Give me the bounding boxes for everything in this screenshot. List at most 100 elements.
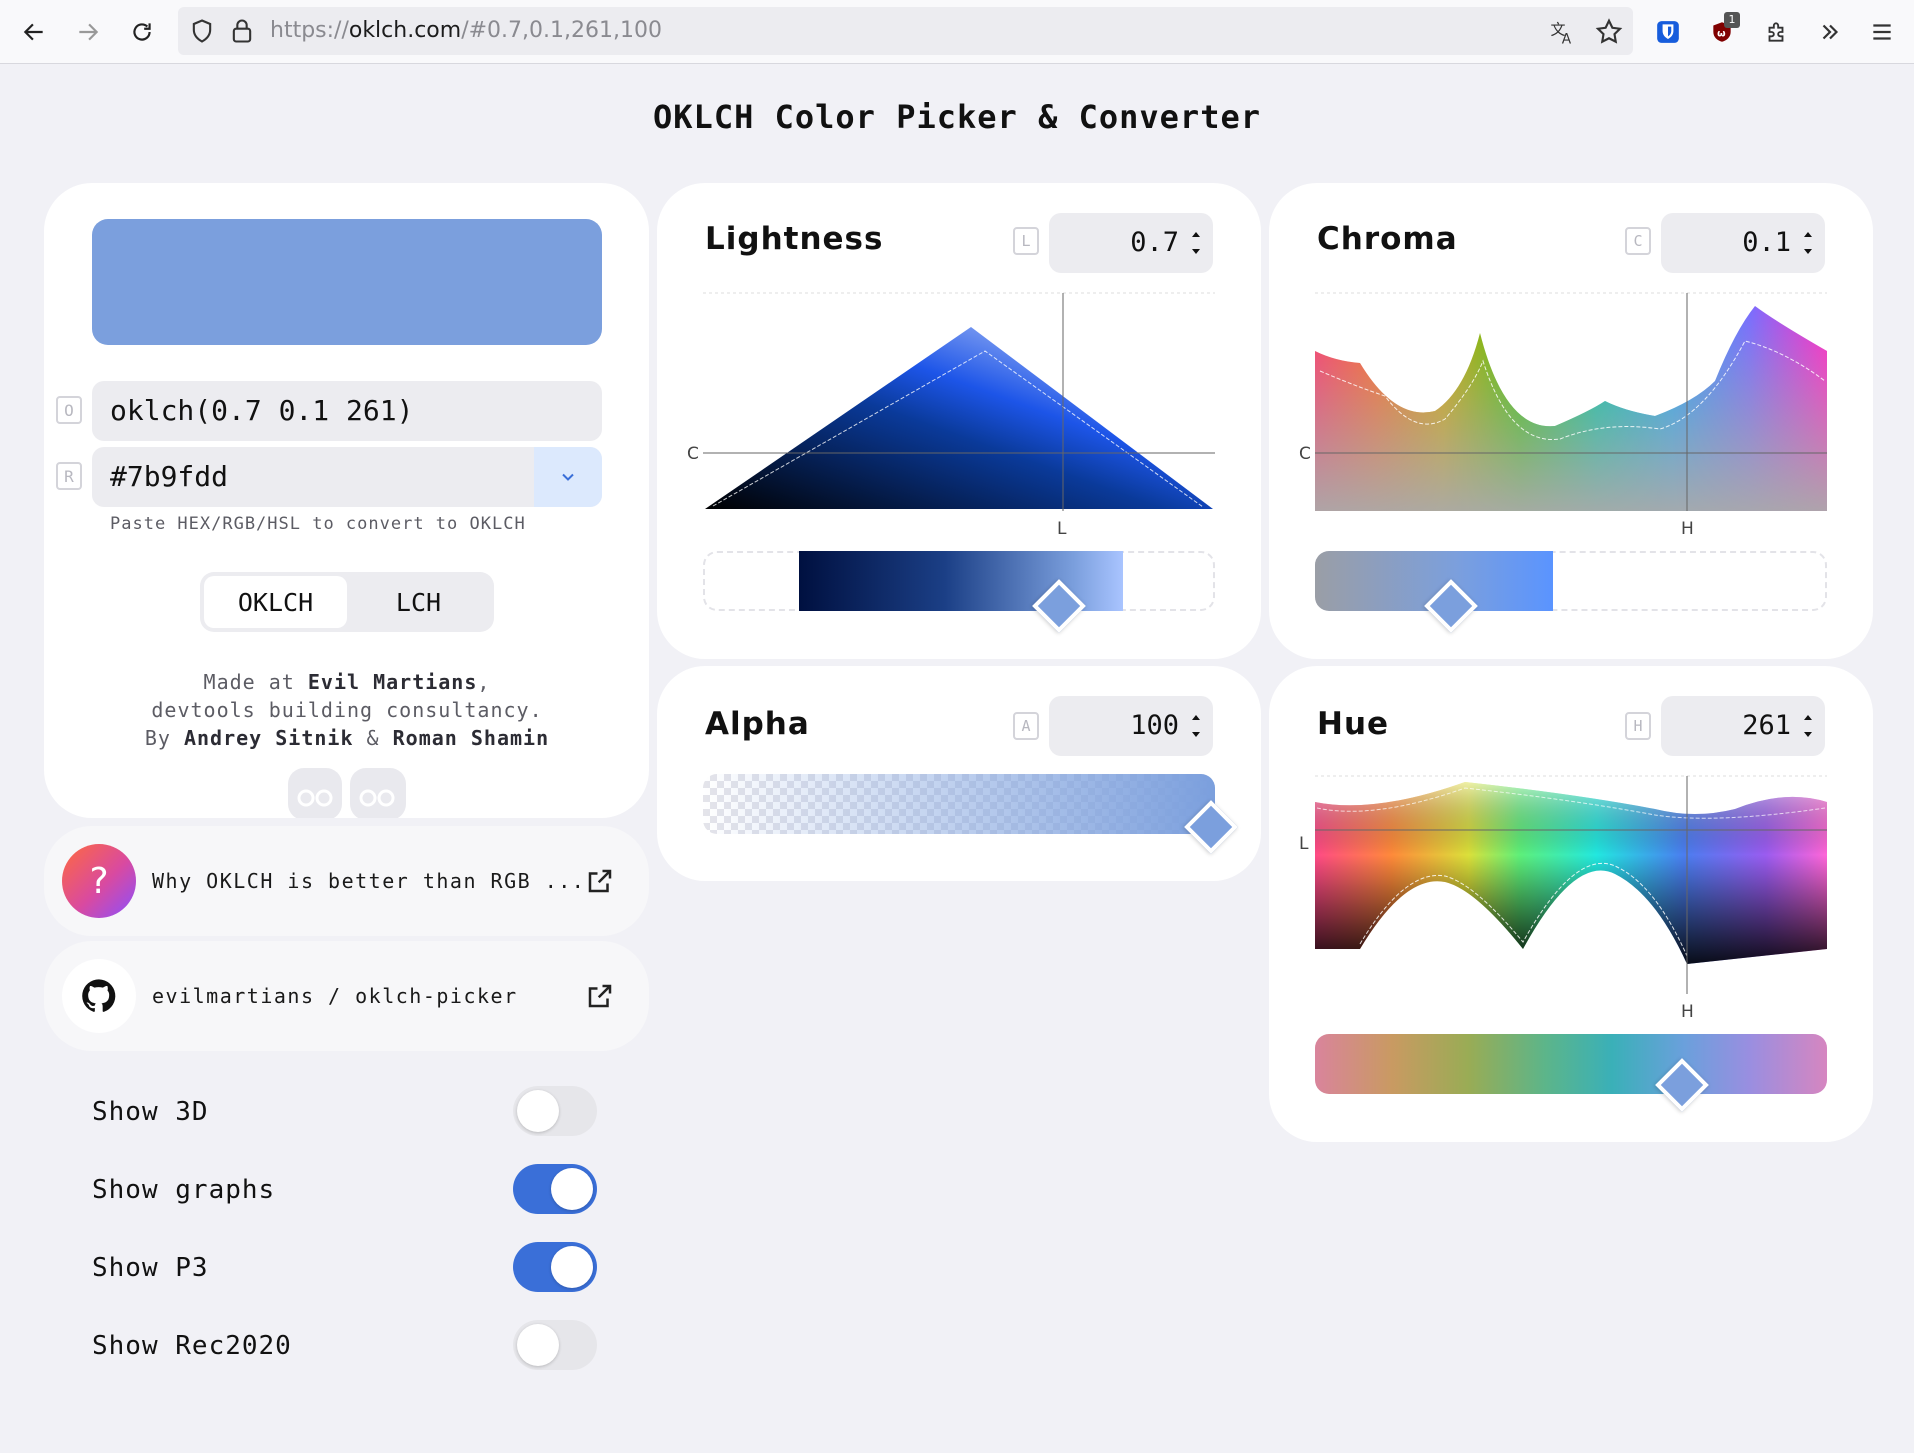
oklch-shortcut-key: O [56, 396, 82, 424]
credits-line-1: Made at Evil Martians, [92, 668, 602, 696]
menu-button[interactable] [1862, 12, 1902, 52]
setting-show-3d: Show 3D [92, 1086, 597, 1138]
oklch-input[interactable]: oklch(0.7 0.1 261) [92, 381, 602, 441]
toggle-knob [551, 1168, 593, 1210]
url-bar[interactable]: https://oklch.com/#0.7,0.1,261,100 文A [178, 7, 1633, 55]
spinner-arrows-icon[interactable] [1189, 708, 1203, 744]
github-icon [62, 959, 136, 1033]
bitwarden-extension-button[interactable] [1648, 12, 1688, 52]
spinner-arrows-icon[interactable] [1189, 225, 1203, 261]
hamburger-icon [1873, 24, 1891, 40]
lightness-chroma-graph[interactable] [703, 291, 1215, 511]
chroma-slider[interactable] [1315, 551, 1827, 633]
show-p3-toggle[interactable] [513, 1242, 597, 1292]
hue-value[interactable]: 261 [1742, 696, 1791, 756]
lightness-input[interactable]: 0.7 [1049, 213, 1213, 273]
chroma-value[interactable]: 0.1 [1742, 213, 1791, 273]
why-oklch-link[interactable]: ? Why OKLCH is better than RGB ... [44, 826, 649, 936]
double-chevron-icon [1822, 24, 1839, 40]
extension-badge: 1 [1724, 12, 1740, 28]
ublock-extension-button[interactable]: ω 1 [1702, 12, 1742, 52]
spinner-arrows-icon[interactable] [1801, 225, 1815, 261]
martian-mascots-icon [288, 768, 406, 818]
forward-arrow-icon [79, 23, 99, 41]
hue-card: Hue H 261 L H [1269, 666, 1873, 1142]
back-button[interactable] [14, 12, 54, 52]
hue-graph-x-label: H [1681, 1002, 1694, 1022]
github-repo-label: evilmartians / oklch-picker [152, 984, 518, 1008]
why-oklch-label: Why OKLCH is better than RGB ... [152, 869, 586, 893]
chroma-shortcut-key: C [1625, 227, 1651, 255]
hue-slider-thumb[interactable] [1655, 1058, 1710, 1112]
author-shamin-link[interactable]: Roman Shamin [393, 726, 550, 750]
hue-title: Hue [1317, 706, 1390, 742]
extensions-button[interactable] [1756, 12, 1796, 52]
hue-shortcut-key: H [1625, 712, 1651, 740]
external-link-icon [588, 869, 612, 893]
hue-input[interactable]: 261 [1661, 696, 1825, 756]
alpha-value[interactable]: 100 [1130, 696, 1179, 756]
chroma-title: Chroma [1317, 221, 1458, 257]
credits-line-3: By Andrey Sitnik & Roman Shamin [92, 724, 602, 752]
mode-tabs: OKLCH LCH [200, 572, 494, 632]
alpha-card: Alpha A 100 [657, 666, 1261, 881]
forward-button[interactable] [68, 12, 108, 52]
show-3d-toggle[interactable] [513, 1086, 597, 1136]
lock-icon[interactable] [228, 17, 256, 45]
reload-button[interactable] [122, 12, 162, 52]
lightness-graph-x-label: L [1057, 519, 1067, 539]
show-rec2020-toggle[interactable] [513, 1320, 597, 1370]
hue-slider[interactable] [1315, 1034, 1827, 1112]
credits-made-at: Made at [203, 670, 308, 694]
tab-oklch[interactable]: OKLCH [204, 576, 347, 628]
translate-icon[interactable]: 文A [1548, 17, 1578, 48]
credits-by: By [144, 726, 184, 750]
url-domain: oklch.com [348, 18, 462, 43]
svg-text:ω: ω [1717, 28, 1726, 39]
color-swatch [92, 219, 602, 345]
author-sitnik-link[interactable]: Andrey Sitnik [184, 726, 354, 750]
setting-label: Show P3 [92, 1253, 209, 1283]
rgb-input[interactable]: #7b9fdd [110, 460, 228, 493]
hue-lightness-graph[interactable] [1315, 774, 1827, 994]
overflow-button[interactable] [1810, 12, 1850, 52]
show-graphs-toggle[interactable] [513, 1164, 597, 1214]
toggle-knob [517, 1090, 559, 1132]
chroma-card: Chroma C 0.1 C H [1269, 183, 1873, 659]
alpha-slider[interactable] [703, 774, 1238, 854]
evil-martians-link[interactable]: Evil Martians [308, 670, 478, 694]
alpha-slider-thumb[interactable] [1184, 800, 1238, 854]
lightness-shortcut-key: L [1013, 227, 1039, 255]
shield-icon[interactable] [188, 17, 216, 45]
lightness-value[interactable]: 0.7 [1130, 213, 1179, 273]
url-text[interactable]: https://oklch.com/#0.7,0.1,261,100 [270, 7, 662, 55]
page-title: OKLCH Color Picker & Converter [653, 98, 1261, 136]
chroma-graph-y-label: C [1299, 444, 1311, 464]
credits-amp: & [353, 726, 393, 750]
alpha-input[interactable]: 100 [1049, 696, 1213, 756]
github-repo-link[interactable]: evilmartians / oklch-picker [44, 941, 649, 1051]
lightness-slider[interactable] [703, 551, 1215, 633]
bookmark-star-icon[interactable] [1594, 17, 1624, 47]
chevron-down-icon [562, 473, 574, 481]
credits: Made at Evil Martians, devtools building… [92, 668, 602, 752]
svg-text:A: A [1562, 31, 1572, 47]
paste-hint: Paste HEX/RGB/HSL to convert to OKLCH [110, 514, 526, 534]
chroma-input[interactable]: 0.1 [1661, 213, 1825, 273]
url-prefix: https:// [270, 18, 349, 43]
format-dropdown-button[interactable] [534, 447, 602, 507]
lightness-title: Lightness [705, 221, 884, 257]
setting-show-p3: Show P3 [92, 1242, 597, 1294]
chroma-hue-graph[interactable] [1315, 291, 1827, 511]
reload-icon [133, 23, 151, 41]
rgb-input-field[interactable]: #7b9fdd [92, 447, 602, 507]
setting-show-graphs: Show graphs [92, 1164, 597, 1216]
tab-lch[interactable]: LCH [347, 576, 490, 628]
browser-toolbar: https://oklch.com/#0.7,0.1,261,100 文A ω … [0, 0, 1914, 64]
setting-label: Show graphs [92, 1175, 276, 1205]
url-path: /#0.7,0.1,261,100 [461, 18, 662, 43]
rgb-shortcut-key: R [56, 462, 82, 490]
lightness-card: Lightness L 0.7 C L [657, 183, 1261, 659]
spinner-arrows-icon[interactable] [1801, 708, 1815, 744]
alpha-shortcut-key: A [1013, 712, 1039, 740]
